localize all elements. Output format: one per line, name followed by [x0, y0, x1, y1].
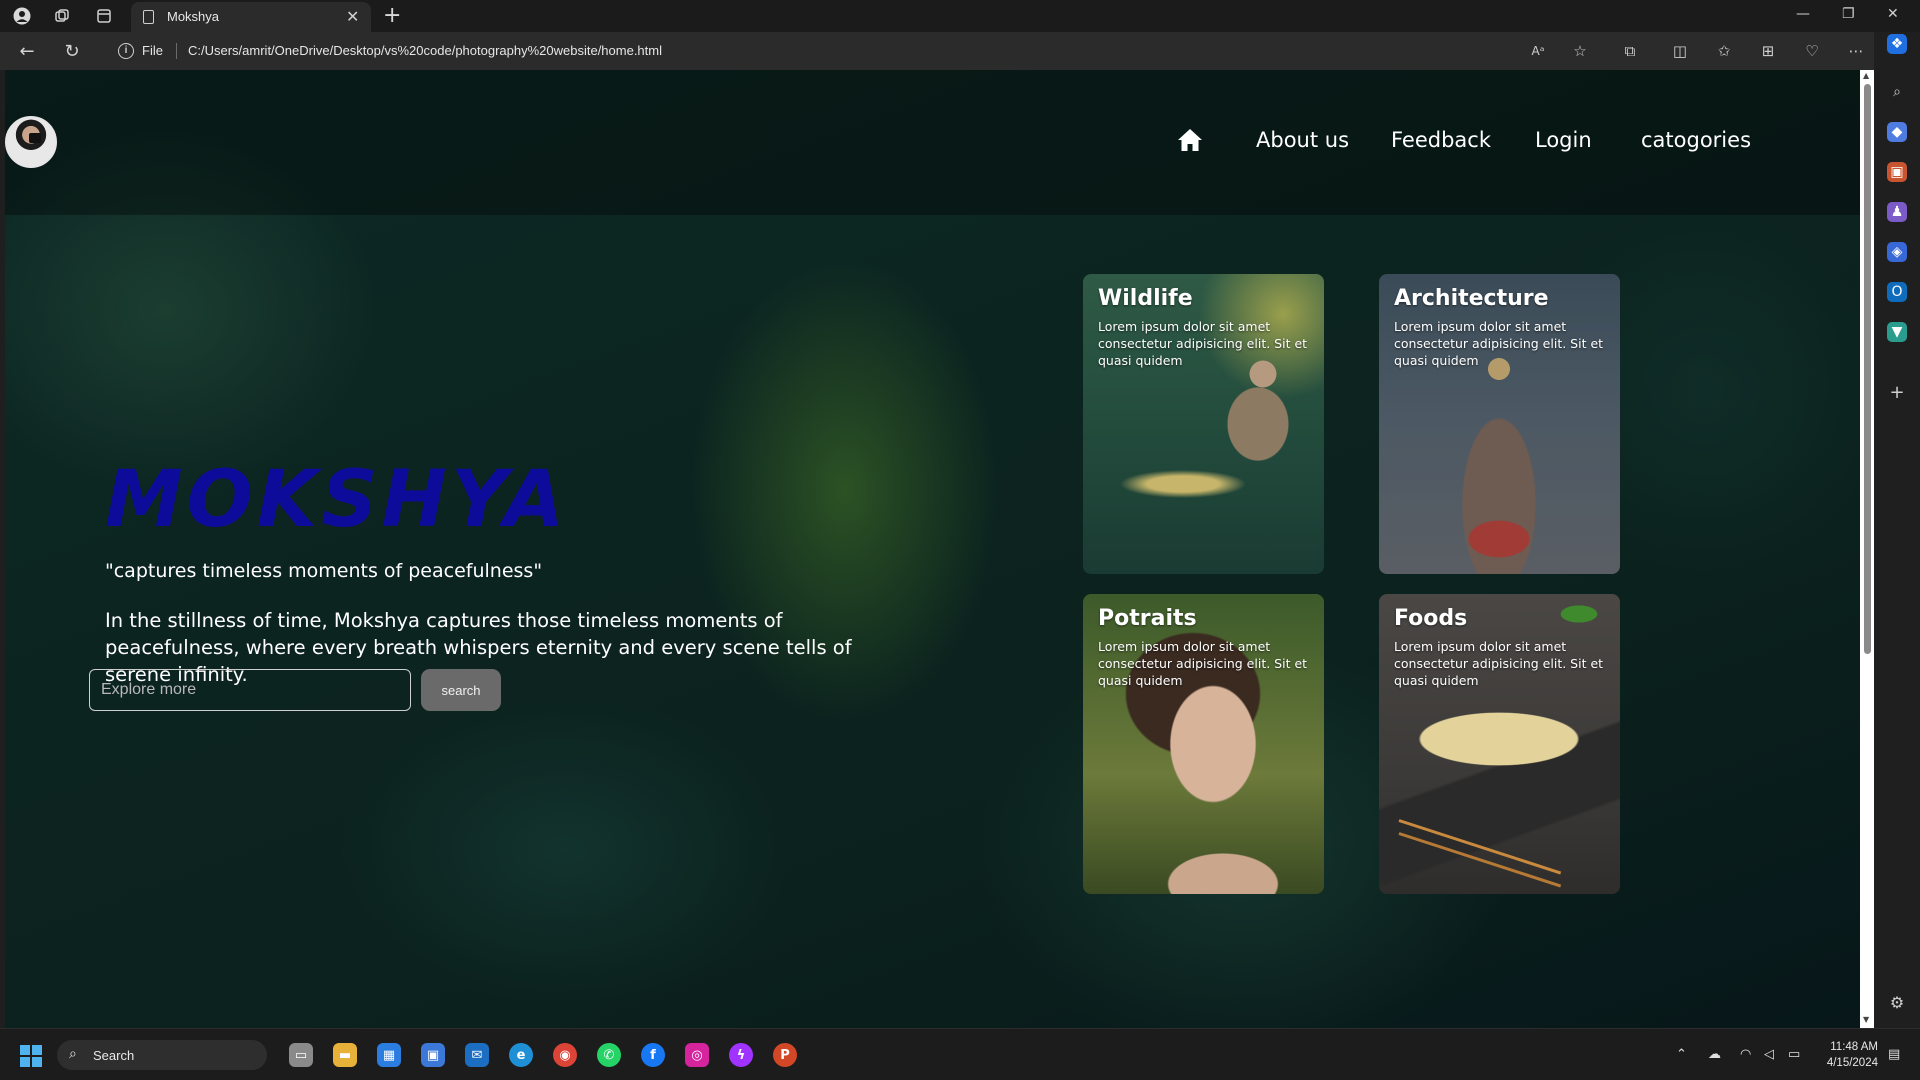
browser-toolbar: ← ↻ i File C:/Users/amrit/OneDrive/Deskt…	[0, 32, 1920, 70]
restore-icon[interactable]: ❐	[1842, 6, 1855, 22]
drop-icon[interactable]: ▼	[1887, 322, 1907, 342]
tab-title: Mokshya	[167, 9, 220, 24]
nav-feedback[interactable]: Feedback	[1391, 128, 1491, 152]
task-view-icon[interactable]: ▭	[289, 1043, 313, 1067]
clock-date[interactable]: 4/15/2024	[1816, 1057, 1878, 1069]
chopstick-image	[1398, 832, 1562, 888]
card-text: Lorem ipsum dolor sit amet consectetur a…	[1394, 319, 1604, 368]
address-bar[interactable]: i File C:/Users/amrit/OneDrive/Desktop/v…	[102, 36, 1602, 66]
outlook-icon[interactable]: O	[1887, 282, 1907, 302]
url-text[interactable]: C:/Users/amrit/OneDrive/Desktop/vs%20cod…	[188, 43, 662, 58]
page-icon	[143, 10, 154, 24]
edge-icon[interactable]: e	[509, 1043, 533, 1067]
search-icon[interactable]: ⌕	[1887, 82, 1907, 102]
card-wildlife[interactable]: Wildlife Lorem ipsum dolor sit amet cons…	[1083, 274, 1324, 574]
store-icon[interactable]: ▣	[421, 1043, 445, 1067]
card-title: Architecture	[1394, 286, 1549, 311]
clock-time[interactable]: 11:48 AM	[1826, 1041, 1878, 1053]
new-tab-button[interactable]: +	[383, 3, 401, 28]
browser-tab-strip: Mokshya ✕ + — ❐ ✕	[0, 0, 1920, 32]
extensions-icon[interactable]: ⧉	[1620, 41, 1640, 61]
whatsapp-icon[interactable]: ✆	[597, 1043, 621, 1067]
tools-icon[interactable]: ▣	[1887, 162, 1907, 182]
onedrive-icon[interactable]: ☁	[1708, 1047, 1721, 1062]
card-portraits[interactable]: Potraits Lorem ipsum dolor sit amet cons…	[1083, 594, 1324, 894]
minimize-icon[interactable]: —	[1796, 6, 1810, 22]
scrollbar-thumb[interactable]	[1864, 84, 1871, 654]
browser-essentials-icon[interactable]: ♡	[1802, 41, 1822, 61]
microsoft365-icon[interactable]: ◈	[1887, 242, 1907, 262]
mail-icon[interactable]: ✉	[465, 1043, 489, 1067]
battery-icon[interactable]: ▭	[1788, 1047, 1800, 1062]
show-hidden-icons[interactable]: ⌃	[1676, 1047, 1687, 1062]
tab-actions-icon[interactable]	[94, 6, 114, 26]
card-text: Lorem ipsum dolor sit amet consectetur a…	[1394, 639, 1604, 688]
card-text: Lorem ipsum dolor sit amet consectetur a…	[1098, 319, 1308, 368]
search-icon: ⌕	[69, 1046, 77, 1062]
info-icon[interactable]: i	[118, 43, 134, 59]
split-screen-icon[interactable]: ◫	[1670, 41, 1690, 61]
windows-start-icon[interactable]	[20, 1045, 42, 1067]
nav-login[interactable]: Login	[1535, 128, 1592, 152]
card-title: Potraits	[1098, 606, 1197, 631]
chrome-icon[interactable]: ◉	[553, 1043, 577, 1067]
search-button[interactable]: search	[421, 669, 501, 711]
file-label: File	[142, 43, 163, 58]
scroll-up-icon[interactable]: ▲	[1863, 71, 1869, 80]
site-logo[interactable]	[5, 116, 57, 168]
wifi-icon[interactable]: ◠	[1740, 1047, 1751, 1062]
tab-mokshya[interactable]: Mokshya ✕	[131, 2, 371, 32]
powerpoint-icon[interactable]: P	[773, 1043, 797, 1067]
favorites-icon[interactable]: ✩	[1714, 41, 1734, 61]
card-title: Foods	[1394, 606, 1468, 631]
widgets-icon[interactable]: ▦	[377, 1043, 401, 1067]
copilot-icon[interactable]: ❖	[1887, 34, 1907, 54]
file-explorer-icon[interactable]: ▬	[333, 1043, 357, 1067]
home-icon[interactable]	[1177, 128, 1203, 152]
volume-muted-icon[interactable]: ◁	[1764, 1047, 1774, 1062]
shopping-icon[interactable]: ◆	[1887, 122, 1907, 142]
messenger-icon[interactable]: ϟ	[729, 1043, 753, 1067]
notifications-icon[interactable]: ▤	[1888, 1047, 1900, 1062]
hero-title: MOKSHYA	[105, 455, 569, 545]
close-tab-icon[interactable]: ✕	[346, 7, 359, 26]
explore-search-input[interactable]	[89, 669, 411, 711]
sidebar-settings-icon[interactable]: ⚙	[1887, 992, 1907, 1012]
taskbar-search[interactable]: ⌕ Search	[57, 1040, 267, 1070]
close-window-icon[interactable]: ✕	[1887, 6, 1899, 22]
favorite-star-icon[interactable]: ☆	[1570, 41, 1590, 61]
chopstick-image	[1398, 819, 1562, 875]
back-icon[interactable]: ←	[16, 40, 38, 62]
card-foods[interactable]: Foods Lorem ipsum dolor sit amet consect…	[1379, 594, 1620, 894]
card-architecture[interactable]: Architecture Lorem ipsum dolor sit amet …	[1379, 274, 1620, 574]
read-aloud-icon[interactable]: Aᵃ	[1528, 41, 1548, 61]
nav-categories[interactable]: catogories	[1641, 128, 1751, 152]
refresh-icon[interactable]: ↻	[61, 40, 83, 62]
nav-about[interactable]: About us	[1256, 128, 1349, 152]
windows-taskbar: ⌕ Search ▭ ▬ ▦ ▣ ✉ e ◉ ✆ f ◎ ϟ P ⌃ ☁ ◠ ◁…	[0, 1028, 1920, 1080]
add-sidebar-app-icon[interactable]: +	[1887, 382, 1907, 403]
games-icon[interactable]: ♟	[1887, 202, 1907, 222]
card-title: Wildlife	[1098, 286, 1193, 311]
facebook-icon[interactable]: f	[641, 1043, 665, 1067]
profile-icon[interactable]	[12, 6, 32, 26]
scroll-down-icon[interactable]: ▼	[1863, 1015, 1869, 1024]
collections-icon[interactable]: ⊞	[1758, 41, 1778, 61]
workspaces-icon[interactable]	[52, 6, 72, 26]
page-viewport: About us Feedback Login catogories MOKSH…	[5, 70, 1860, 1028]
taskbar-search-label: Search	[93, 1048, 135, 1063]
edge-sidebar: ❖ ⌕ ◆ ▣ ♟ ◈ O ▼ + ⚙	[1874, 32, 1920, 1028]
url-separator	[176, 43, 177, 59]
more-options-icon[interactable]: ⋯	[1846, 41, 1866, 61]
page-scrollbar[interactable]: ▲ ▼	[1860, 70, 1874, 1028]
instagram-icon[interactable]: ◎	[685, 1043, 709, 1067]
hero-tagline: "captures timeless moments of peacefulne…	[105, 560, 543, 582]
card-text: Lorem ipsum dolor sit amet consectetur a…	[1098, 639, 1308, 688]
